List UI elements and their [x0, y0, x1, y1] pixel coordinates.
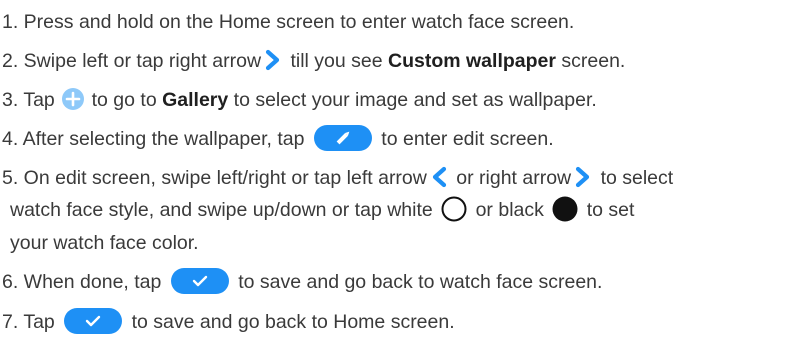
step-5: 5. On edit screen, swipe left/right or t…	[2, 166, 673, 190]
gallery-label: Gallery	[162, 89, 229, 111]
step-5-text-c: to select	[595, 167, 674, 189]
step-6-text-b: to save and go back to watch face screen…	[232, 271, 603, 294]
step-4-text-b: to enter edit screen.	[375, 128, 554, 151]
chevron-right-icon	[264, 49, 282, 71]
step-2-text-a: 2. Swipe left or tap right arrow	[2, 50, 262, 72]
step-3-text-a: 3. Tap	[2, 89, 55, 111]
step-7: 7. Tap to save and go back to Home scree…	[2, 308, 455, 334]
step-5-text-d: watch face style, and swipe up/down or t…	[10, 199, 433, 222]
step-3-text-b: to go to	[86, 89, 163, 111]
plus-icon	[62, 87, 85, 110]
step-2-text-d: screen.	[555, 50, 626, 72]
step-5-line-3: your watch face color.	[10, 231, 199, 255]
step-3-text-d: to select your image and set as wallpape…	[228, 89, 597, 111]
step-5-text-a: 5. On edit screen, swipe left/right or t…	[2, 167, 427, 189]
step-1: 1. Press and hold on the Home screen to …	[2, 10, 574, 34]
step-7-text-b: to save and go back to Home screen.	[126, 311, 455, 334]
black-circle-icon	[552, 196, 578, 222]
step-4-text-a: 4. After selecting the wallpaper, tap	[2, 128, 305, 151]
step-4: 4. After selecting the wallpaper, tap to…	[2, 125, 554, 151]
step-5-text-f: to set	[581, 199, 635, 222]
step-5-text-e: or black	[470, 199, 544, 222]
pencil-icon	[313, 125, 372, 151]
step-6: 6. When done, tap to save and go back to…	[2, 268, 603, 294]
checkmark-icon	[170, 268, 229, 294]
step-2: 2. Swipe left or tap right arrow till yo…	[2, 49, 625, 73]
white-circle-icon	[441, 196, 467, 222]
checkmark-icon	[64, 308, 123, 334]
step-6-text-a: 6. When done, tap	[2, 271, 162, 294]
step-3: 3. Tap to go to Gallery to select your i…	[2, 87, 597, 112]
step-5-text-g: your watch face color.	[10, 232, 199, 254]
step-7-text-a: 7. Tap	[2, 311, 55, 334]
step-1-text: 1. Press and hold on the Home screen to …	[2, 11, 575, 33]
step-2-text-b: till you see	[285, 50, 389, 72]
custom-wallpaper-label: Custom wallpaper	[388, 50, 556, 72]
chevron-left-icon	[430, 166, 448, 188]
step-5-line-2: watch face style, and swipe up/down or t…	[10, 196, 635, 222]
chevron-right-icon	[574, 166, 592, 188]
step-5-text-b: or right arrow	[450, 167, 572, 189]
